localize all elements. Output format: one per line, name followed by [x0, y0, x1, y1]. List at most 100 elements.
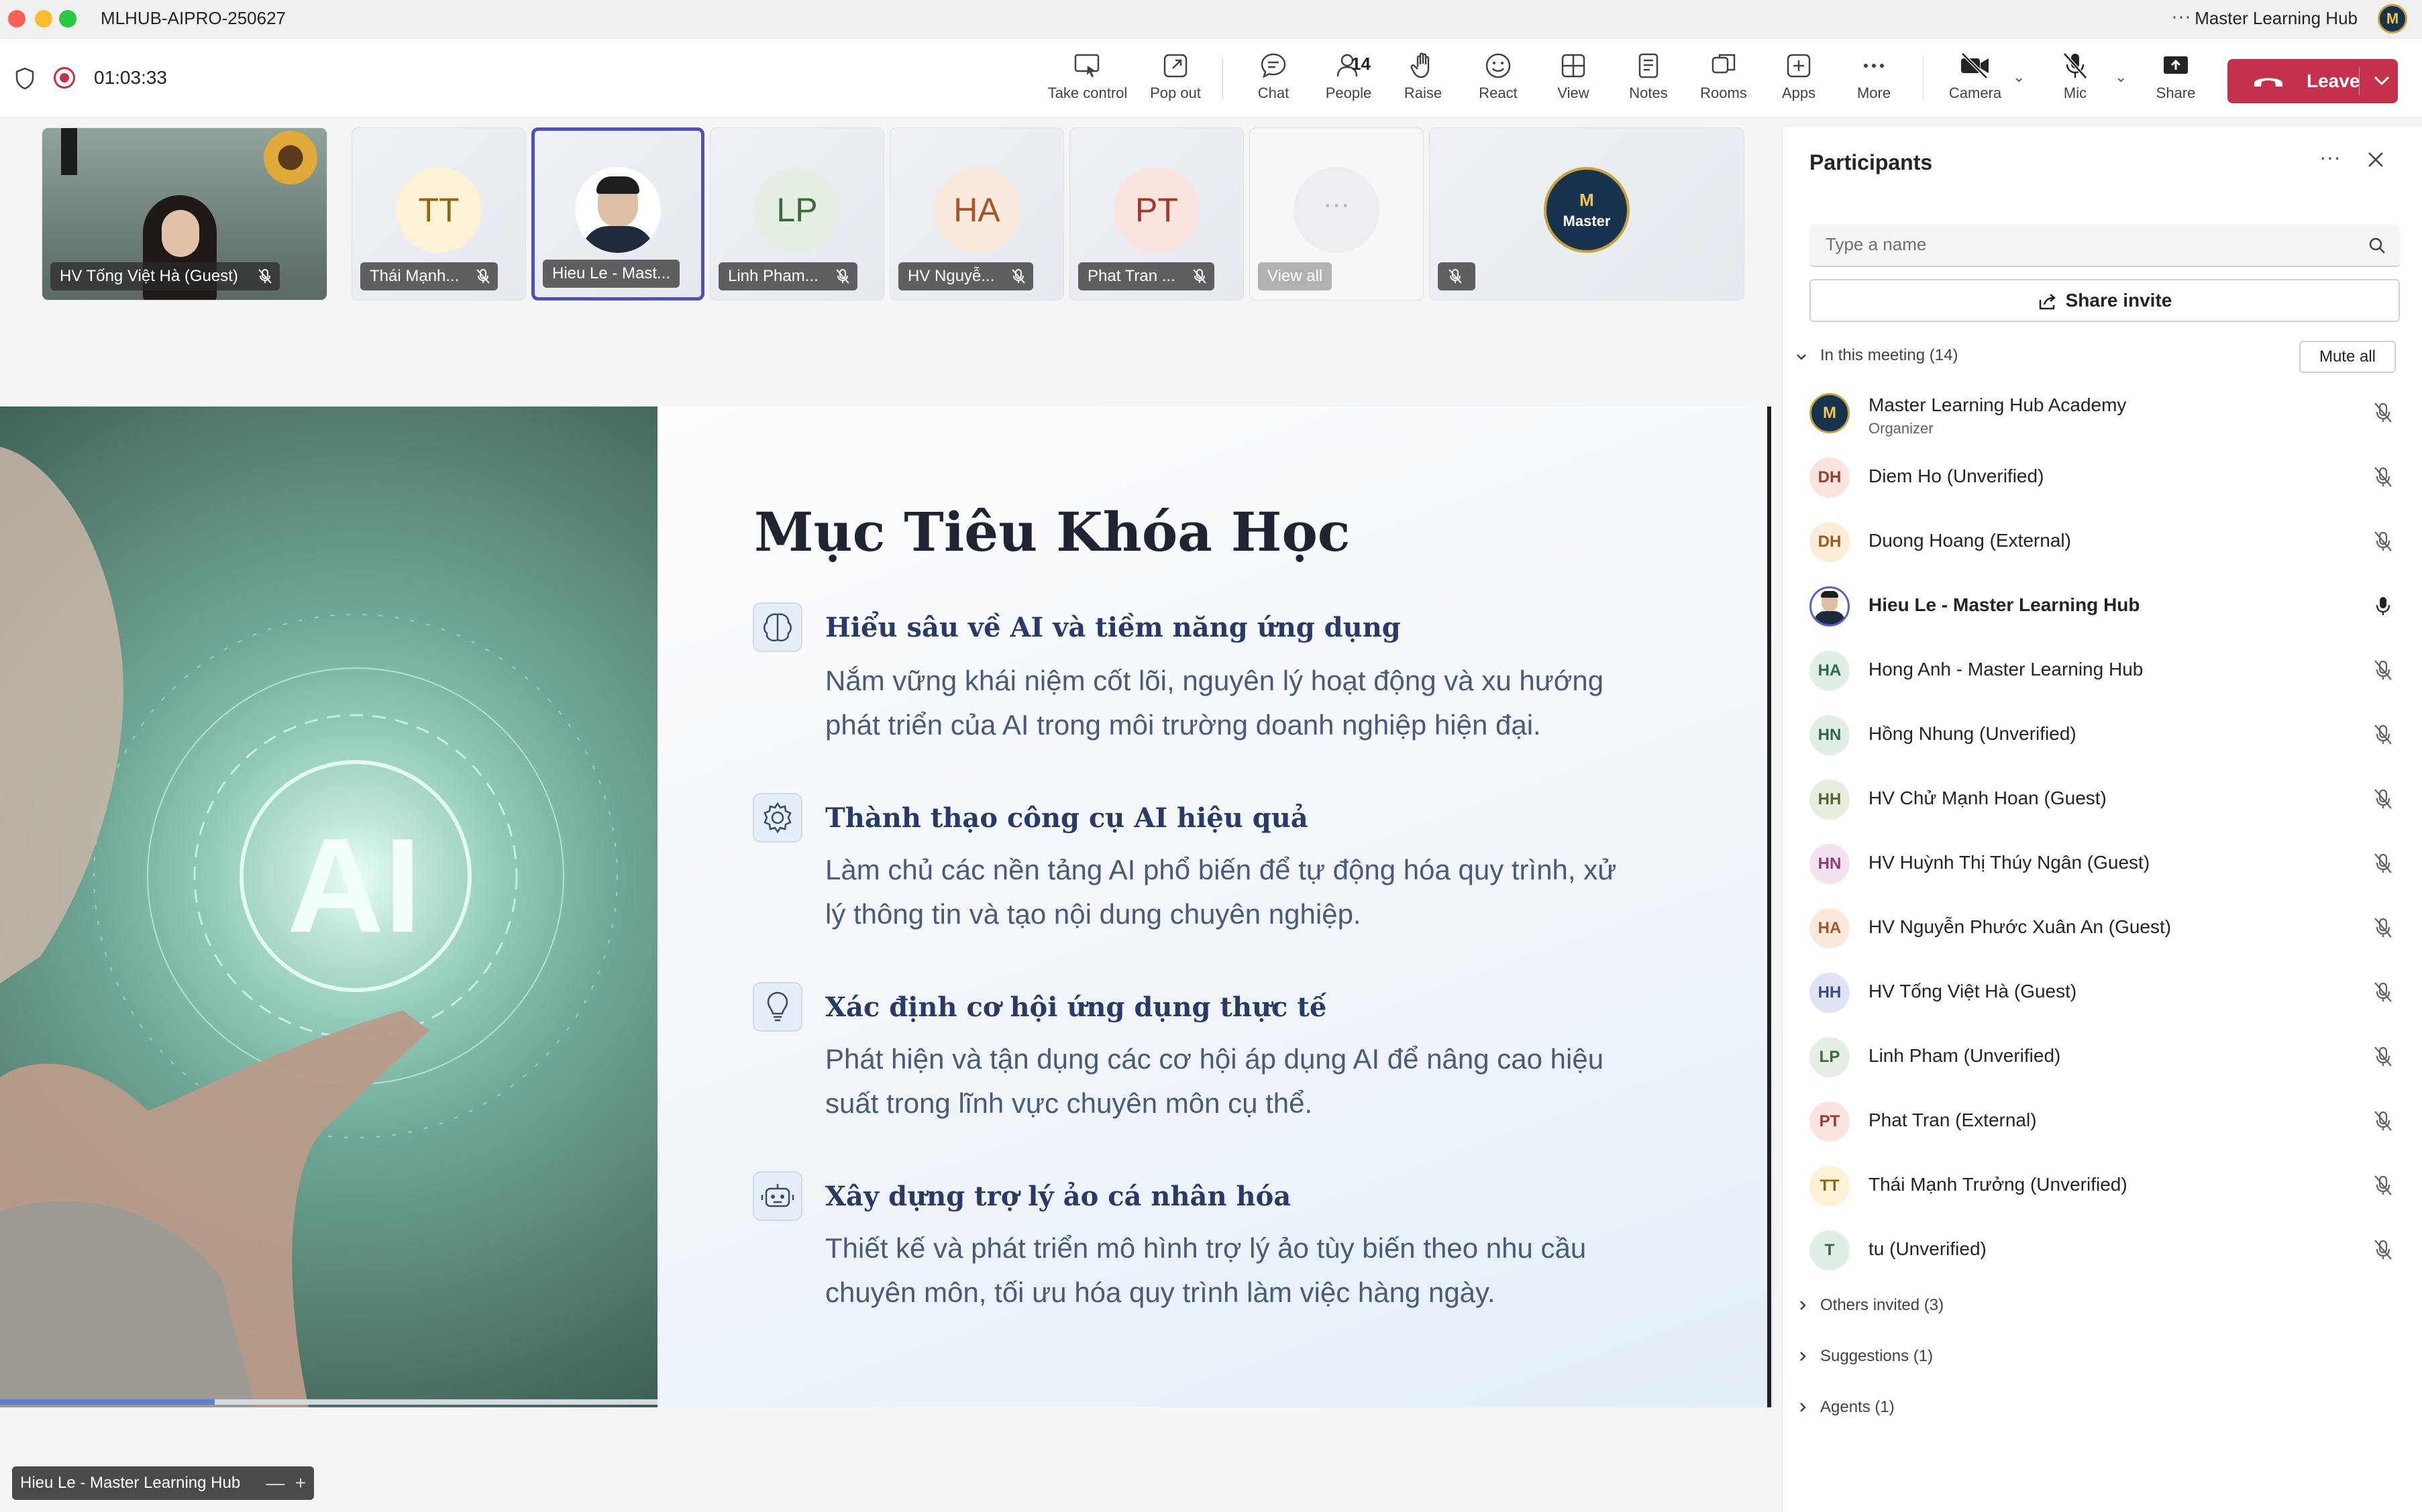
participant-row[interactable]: TT Thái Mạnh Trưởng (Unverified): [1783, 1154, 2422, 1218]
camera-label: Camera: [1948, 85, 2002, 101]
mic-label: Mic: [2063, 85, 2087, 101]
mic-off-icon[interactable]: [2372, 788, 2394, 810]
gear-icon: [753, 793, 802, 843]
camera-button[interactable]: Camera: [1942, 51, 2009, 102]
participant-avatar: M: [1809, 393, 1850, 433]
pop-out-button[interactable]: Pop out: [1142, 51, 1209, 102]
participant-row[interactable]: LP Linh Pham (Unverified): [1783, 1025, 2422, 1089]
participant-row[interactable]: HA Hong Anh - Master Learning Hub: [1783, 639, 2422, 703]
video-tile-participant[interactable]: LP Linh Pham...: [710, 127, 884, 301]
participant-row[interactable]: HH HV Tống Việt Hà (Guest): [1783, 961, 2422, 1025]
participant-row[interactable]: Hieu Le - Master Learning Hub: [1783, 574, 2422, 639]
react-label: React: [1479, 85, 1518, 101]
participant-avatar: TT: [396, 167, 482, 253]
in-meeting-header[interactable]: In this meeting (14): [1820, 346, 1958, 365]
participant-name: HV Chử Mạnh Hoan (Guest): [1868, 788, 2107, 808]
mic-off-icon[interactable]: [2372, 852, 2394, 875]
view-label: View: [1557, 85, 1589, 101]
participant-name: Duong Hoang (External): [1868, 530, 2071, 551]
participant-name: Hieu Le - Master Learning Hub: [1868, 594, 2140, 615]
window-more-button[interactable]: ···: [2171, 5, 2191, 28]
participant-row[interactable]: T tu (Unverified): [1783, 1218, 2422, 1283]
brain-icon: [753, 602, 802, 652]
mic-off-icon[interactable]: [2372, 981, 2394, 1004]
mute-all-button[interactable]: Mute all: [2299, 341, 2396, 373]
participant-name: Hong Anh - Master Learning Hub: [1868, 659, 2144, 680]
participant-row[interactable]: DH Diem Ho (Unverified): [1783, 445, 2422, 510]
mic-off-icon[interactable]: [2372, 1238, 2394, 1261]
leave-button[interactable]: Leave: [2227, 59, 2398, 103]
participant-row[interactable]: HH HV Chử Mạnh Hoan (Guest): [1783, 767, 2422, 832]
panel-more-button[interactable]: ···: [2319, 145, 2341, 170]
zoom-out-button[interactable]: —: [266, 1472, 284, 1493]
suggestions-section[interactable]: Suggestions (1): [1820, 1347, 1933, 1366]
raise-hand-button[interactable]: Raise: [1394, 51, 1452, 102]
participant-avatar: T: [1809, 1230, 1850, 1271]
mic-on-icon[interactable]: [2372, 594, 2394, 617]
apps-button[interactable]: Apps: [1770, 51, 1828, 102]
video-tile-participant[interactable]: TT Thái Mạnh...: [352, 127, 526, 301]
mic-off-icon[interactable]: [2372, 723, 2394, 746]
participant-row[interactable]: HN HV Huỳnh Thị Thúy Ngân (Guest): [1783, 832, 2422, 896]
participant-name: HV Nguyễn Phước Xuân An (Guest): [1868, 916, 2172, 937]
others-invited-section[interactable]: Others invited (3): [1820, 1296, 1944, 1315]
video-tile-active-speaker[interactable]: Hieu Le - Mast...: [531, 127, 704, 301]
participant-row[interactable]: DH Duong Hoang (External): [1783, 510, 2422, 574]
close-window-button[interactable]: [8, 10, 25, 28]
mic-options-chevron-icon[interactable]: ⌄: [2115, 68, 2127, 86]
share-invite-label: Share invite: [2065, 290, 2172, 311]
mic-off-icon[interactable]: [2372, 1174, 2394, 1197]
video-tile-camera[interactable]: HV Tống Việt Hà (Guest): [42, 127, 327, 301]
mic-off-icon[interactable]: [2372, 466, 2394, 488]
video-tile-participant[interactable]: PT Phat Tran ...: [1069, 127, 1244, 301]
notes-button[interactable]: Notes: [1620, 51, 1677, 102]
mic-off-icon[interactable]: [2372, 1110, 2394, 1132]
participant-row[interactable]: HA HV Nguyễn Phước Xuân An (Guest): [1783, 896, 2422, 961]
objective-heading: Hiểu sâu về AI và tiềm năng ứng dụng: [825, 612, 1401, 643]
people-button[interactable]: 14 People: [1315, 51, 1382, 102]
chevron-right-icon[interactable]: [1796, 1299, 1809, 1312]
minimize-window-button[interactable]: [35, 10, 52, 28]
participant-avatar: DH: [1809, 522, 1850, 562]
mic-off-icon[interactable]: [2372, 401, 2394, 424]
close-icon[interactable]: [2366, 150, 2385, 169]
mic-button[interactable]: Mic: [2046, 51, 2104, 102]
chevron-down-icon[interactable]: [1795, 350, 1808, 364]
account-avatar[interactable]: M: [2378, 4, 2407, 34]
mic-off-icon[interactable]: [2372, 659, 2394, 682]
mic-off-icon[interactable]: [2372, 916, 2394, 939]
chat-button[interactable]: Chat: [1247, 51, 1300, 102]
zoom-window-button[interactable]: [59, 10, 76, 28]
agents-section[interactable]: Agents (1): [1820, 1398, 1895, 1417]
leave-options-chevron-icon[interactable]: [2371, 70, 2392, 91]
participant-name: HV Huỳnh Thị Thúy Ngân (Guest): [1868, 852, 2150, 873]
chevron-right-icon[interactable]: [1796, 1350, 1809, 1363]
participant-row[interactable]: PT Phat Tran (External): [1783, 1089, 2422, 1154]
share-screen-icon: [2164, 56, 2188, 74]
mic-off-icon[interactable]: [2372, 530, 2394, 553]
video-tile-organizer[interactable]: M Master: [1429, 127, 1744, 301]
react-button[interactable]: React: [1469, 51, 1527, 102]
participant-avatar: DH: [1809, 457, 1850, 498]
rooms-button[interactable]: Rooms: [1695, 51, 1752, 102]
camera-options-chevron-icon[interactable]: ⌄: [2013, 68, 2025, 86]
share-button[interactable]: Share: [2147, 51, 2205, 102]
participant-row[interactable]: M Master Learning Hub Academy Organizer: [1783, 381, 2422, 445]
video-tile-participant[interactable]: HA HV Nguyễ...: [890, 127, 1064, 301]
view-all-tile[interactable]: ··· View all: [1249, 127, 1424, 301]
sunflower-decoration: [264, 131, 317, 184]
more-button[interactable]: More: [1845, 51, 1903, 102]
participant-row[interactable]: HN Hồng Nhung (Unverified): [1783, 703, 2422, 767]
participant-name: Thái Mạnh Trưởng (Unverified): [1868, 1174, 2127, 1195]
react-icon: [1485, 53, 1511, 78]
share-invite-button[interactable]: Share invite: [1809, 279, 2400, 322]
take-control-button[interactable]: Take control: [1044, 51, 1131, 102]
chevron-right-icon[interactable]: [1796, 1401, 1809, 1414]
avatar-suit: [1814, 611, 1845, 625]
notes-icon: [1638, 53, 1658, 78]
slide-edge-bar: [1767, 407, 1771, 1407]
zoom-in-button[interactable]: +: [295, 1472, 306, 1493]
participant-search-input[interactable]: [1809, 224, 2346, 264]
mic-off-icon[interactable]: [2372, 1045, 2394, 1068]
view-button[interactable]: View: [1544, 51, 1602, 102]
